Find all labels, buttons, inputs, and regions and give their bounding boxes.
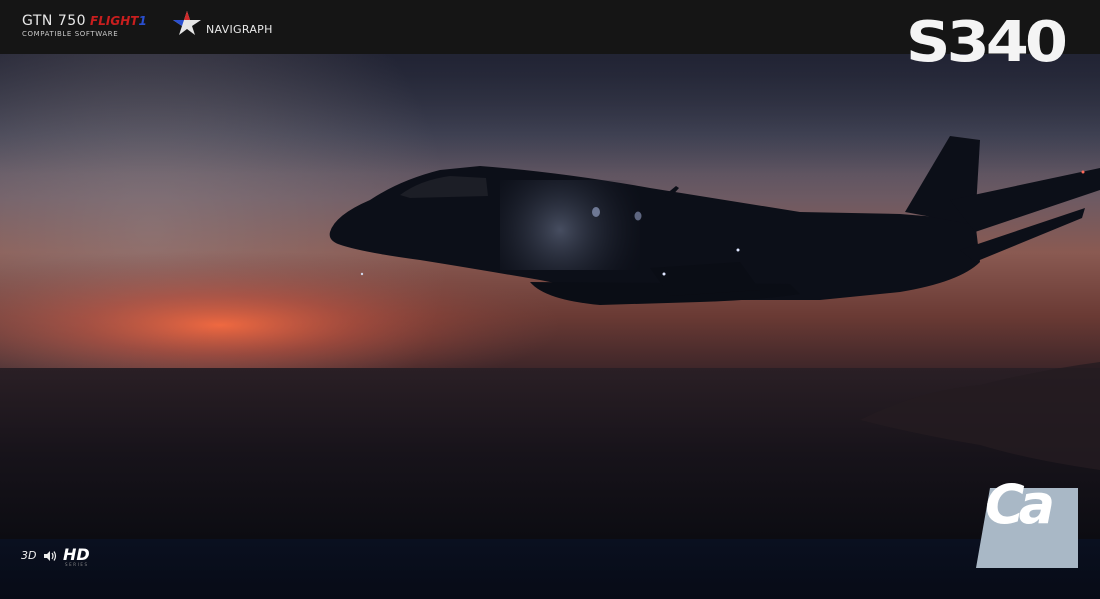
product-title-logo: S340 [905, 8, 1068, 75]
navigraph-star-icon [173, 11, 201, 35]
flight1-label: FLIGHT [90, 14, 139, 28]
gtn-subtitle: COMPATIBLE SOFTWARE [22, 30, 119, 38]
gtn-title: GTN 750 [22, 13, 87, 29]
gtn-750-badge: GTN 750 FLIGHT1 COMPATIBLE SOFTWARE [22, 13, 147, 38]
bottom-banner [0, 539, 1100, 599]
badge-3d: 3D [21, 549, 37, 562]
sound-waves-icon [44, 551, 57, 561]
ca-logo-text: Ca [985, 473, 1055, 536]
flight1-mark: 1 [138, 14, 147, 28]
badge-series: SERIES [65, 562, 89, 567]
navigraph-badge: NAVIGRAPH [172, 10, 273, 36]
navigraph-label: NAVIGRAPH [206, 22, 273, 36]
flight1-logo: FLIGHT1 [90, 14, 147, 28]
hero-scene [0, 54, 1100, 540]
